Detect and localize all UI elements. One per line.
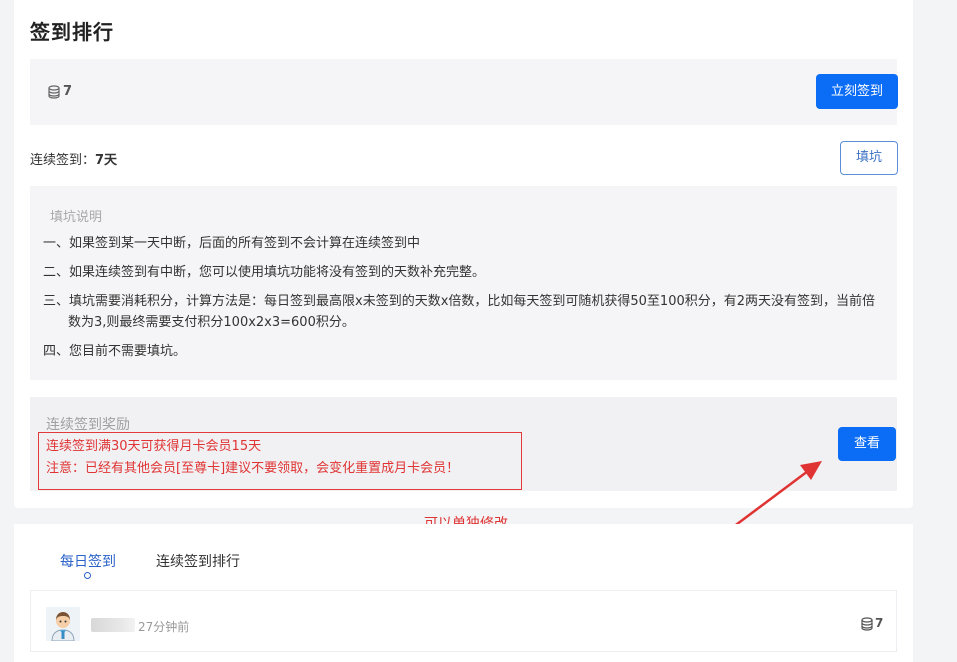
points-bar: 7 立刻签到 bbox=[30, 59, 898, 125]
streak-days: 7天 bbox=[95, 153, 118, 168]
avatar bbox=[46, 607, 80, 641]
signin-ranking-card: 签到排行 7 立刻签到 连续签到：7天 填坑 填坑说明 一、如果签到某一天中断，… bbox=[14, 0, 913, 508]
reward-warning: 注意：已经有其他会员[至尊卡]建议不要领取，会变化重置成月卡会员！ bbox=[46, 461, 460, 476]
rule-text: 三、填坑需要消耗积分，计算方法是：每日签到最高限x未签到的天数x倍数，比如每天签… bbox=[43, 294, 876, 309]
reward-description-box: 连续签到满30天可获得月卡会员15天 注意：已经有其他会员[至尊卡]建议不要领取… bbox=[38, 432, 522, 490]
coin-stack-icon bbox=[861, 617, 873, 631]
coin-stack-icon bbox=[48, 85, 60, 99]
ranking-list-card: 每日签到 连续签到排行 27分钟前 7 bbox=[14, 524, 913, 662]
list-item: 27分钟前 7 bbox=[30, 590, 897, 652]
row-points: 7 bbox=[875, 616, 884, 630]
reward-title: 连续签到奖励 bbox=[46, 417, 130, 433]
tab-daily-signin[interactable]: 每日签到 bbox=[60, 551, 116, 571]
rule-item: 四、您目前不需要填坑。 bbox=[43, 344, 187, 359]
rule-item: 三、填坑需要消耗积分，计算方法是：每日签到最高限x未签到的天数x倍数，比如每天签… bbox=[43, 291, 888, 333]
page-title: 签到排行 bbox=[30, 20, 114, 44]
signin-time: 27分钟前 bbox=[138, 620, 190, 634]
fill-gap-button[interactable]: 填坑 bbox=[840, 141, 898, 175]
view-reward-button[interactable]: 查看 bbox=[838, 427, 896, 461]
rule-text-continued: 数为3,则最终需要支付积分100x2x3=600积分。 bbox=[68, 315, 355, 330]
rule-item: 一、如果签到某一天中断，后面的所有签到不会计算在连续签到中 bbox=[43, 236, 421, 251]
streak-reward-panel: 连续签到奖励 连续签到满30天可获得月卡会员15天 注意：已经有其他会员[至尊卡… bbox=[30, 397, 897, 491]
streak-label: 连续签到： bbox=[30, 153, 96, 168]
points-value: 7 bbox=[63, 84, 73, 99]
active-tab-indicator bbox=[84, 572, 91, 579]
rule-item: 二、如果连续签到有中断，您可以使用填坑功能将没有签到的天数补充完整。 bbox=[43, 265, 486, 280]
reward-condition: 连续签到满30天可获得月卡会员15天 bbox=[46, 439, 262, 454]
fill-gap-explanation: 填坑说明 一、如果签到某一天中断，后面的所有签到不会计算在连续签到中 二、如果连… bbox=[30, 186, 897, 380]
blurred-username bbox=[91, 618, 135, 632]
signin-now-button[interactable]: 立刻签到 bbox=[816, 74, 898, 109]
streak-summary: 连续签到：7天 bbox=[30, 149, 117, 168]
tab-streak-ranking[interactable]: 连续签到排行 bbox=[156, 551, 240, 571]
explanation-title: 填坑说明 bbox=[50, 210, 103, 225]
